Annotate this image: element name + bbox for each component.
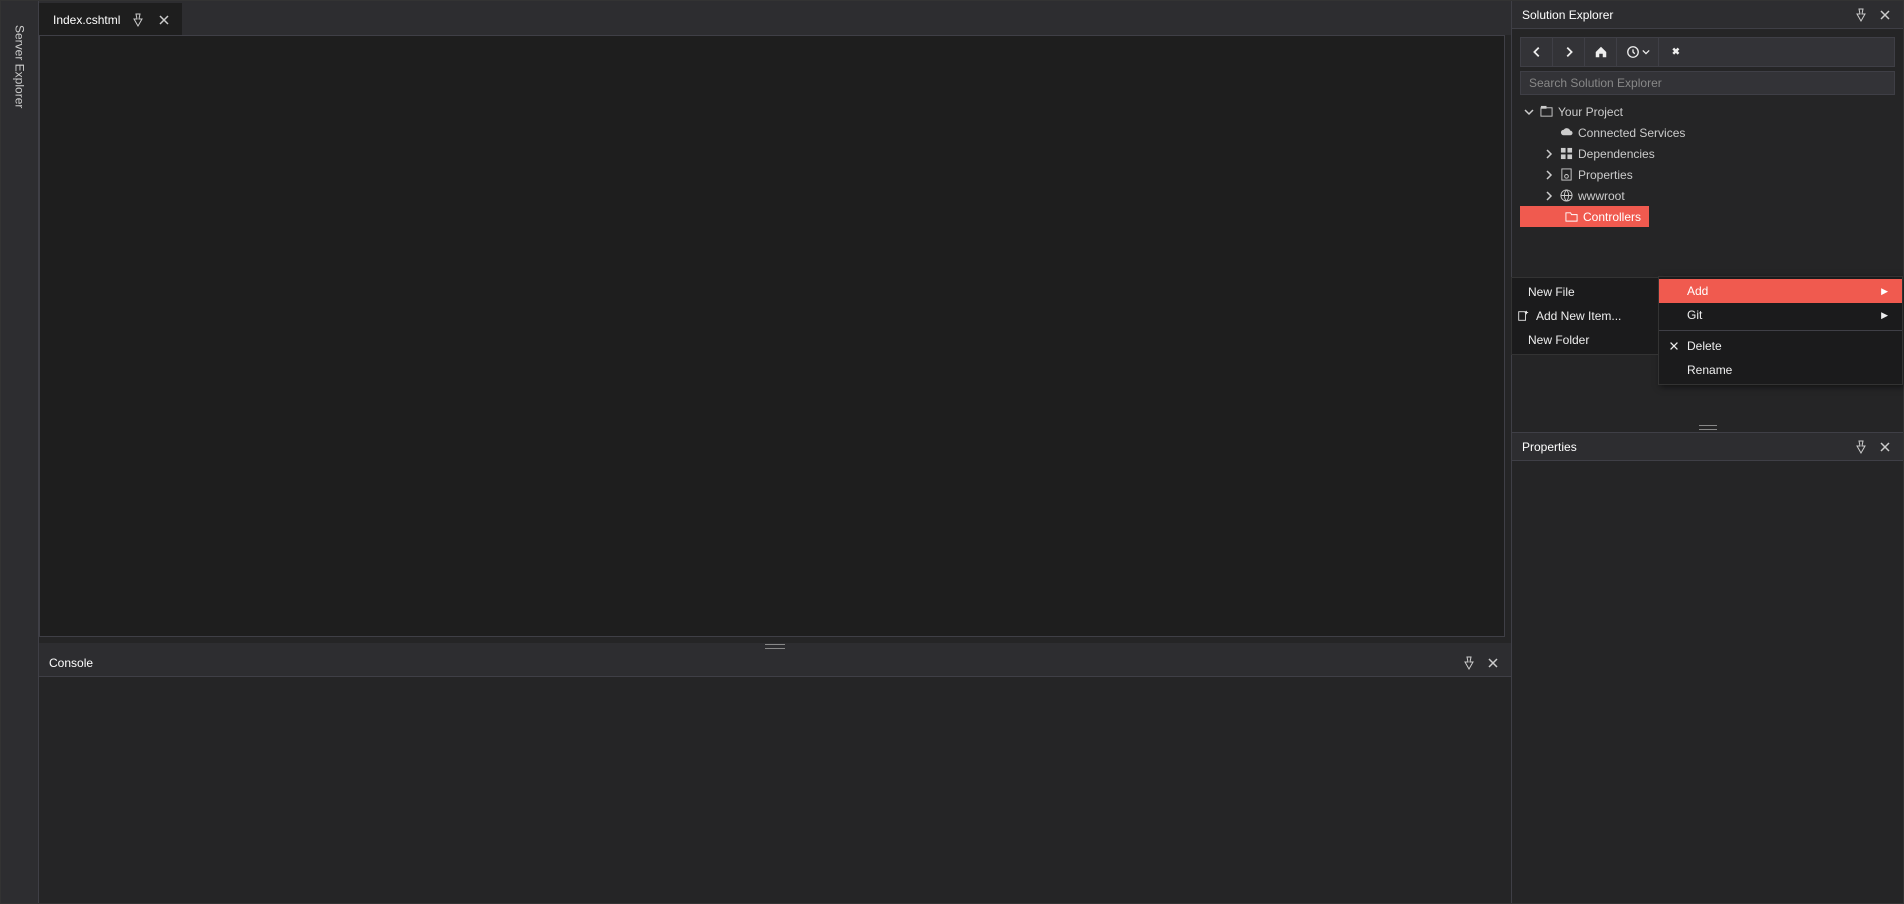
context-menu-delete[interactable]: Delete [1659,334,1902,358]
tree-label: Controllers [1583,210,1641,224]
dependencies-icon [1559,147,1573,161]
forward-button[interactable] [1553,38,1585,66]
chevron-right-icon[interactable] [1544,149,1554,159]
submenu-label: New Folder [1528,333,1589,347]
console-body[interactable] [39,677,1511,903]
editor-tab-bar: Index.cshtml [39,1,1511,35]
home-button[interactable] [1585,38,1617,66]
properties-panel: Properties [1512,433,1903,903]
tree-label: Dependencies [1578,147,1655,161]
right-column: Solution Explorer [1511,1,1903,903]
submenu-new-folder[interactable]: New Folder [1512,328,1658,352]
close-icon[interactable] [156,12,172,28]
pin-icon[interactable] [1461,655,1477,671]
close-icon [1667,339,1681,353]
editor-tab-label: Index.cshtml [53,13,120,27]
submenu-new-file[interactable]: New File [1512,280,1658,304]
solution-header: Solution Explorer [1512,1,1903,29]
tree-label: Properties [1578,168,1633,182]
properties-header: Properties [1512,433,1903,461]
tree-item-properties[interactable]: Properties [1520,164,1895,185]
close-icon[interactable] [1877,7,1893,23]
properties-body[interactable] [1512,461,1903,903]
new-item-icon [1516,309,1530,323]
context-menu-label: Rename [1687,363,1732,377]
editor-tab[interactable]: Index.cshtml [39,3,182,35]
tree-label: Your Project [1558,105,1623,119]
chevron-down-icon[interactable] [1524,107,1534,117]
tree-label: Connected Services [1578,126,1685,140]
context-menu-label: Add [1687,284,1708,298]
settings-button[interactable] [1659,38,1691,66]
close-icon[interactable] [1877,439,1893,455]
pin-icon[interactable] [1853,7,1869,23]
chevron-right-icon[interactable] [1544,191,1554,201]
properties-title: Properties [1522,440,1577,454]
back-button[interactable] [1521,38,1553,66]
context-menu-separator [1659,330,1902,331]
middle-column: Index.cshtml Console [39,1,1511,903]
submenu-add-new-item[interactable]: Add New Item... [1512,304,1658,328]
context-submenu-add: New File Add New Item... New Folder [1511,277,1659,355]
context-menu-rename[interactable]: Rename [1659,358,1902,382]
tree-item-connected-services[interactable]: Connected Services [1520,122,1895,143]
context-menu-add[interactable]: Add ▶ [1659,279,1902,303]
app-root: Server Explorer Index.cshtml Console [0,0,1904,904]
solution-toolbar [1520,37,1895,67]
history-button[interactable] [1617,38,1659,66]
properties-icon [1559,168,1573,182]
editor-area[interactable] [39,35,1505,637]
console-header: Console [39,649,1511,677]
pin-icon[interactable] [1853,439,1869,455]
chevron-right-icon: ▶ [1881,286,1888,297]
folder-icon [1564,210,1578,224]
tree-root[interactable]: Your Project [1520,101,1895,122]
solution-search[interactable]: Search Solution Explorer [1520,71,1895,95]
globe-icon [1559,189,1573,203]
tree-item-dependencies[interactable]: Dependencies [1520,143,1895,164]
context-menu-label: Delete [1687,339,1722,353]
project-icon [1539,105,1553,119]
cloud-icon [1559,126,1573,140]
solution-title: Solution Explorer [1522,8,1613,22]
tree-item-controllers[interactable]: Controllers [1520,206,1649,227]
console-panel: Console [39,649,1511,903]
close-icon[interactable] [1485,655,1501,671]
context-menu-git[interactable]: Git ▶ [1659,303,1902,327]
context-menu-label: Git [1687,308,1702,322]
tree-label: wwwroot [1578,189,1625,203]
chevron-right-icon: ▶ [1881,310,1888,321]
console-title: Console [49,656,93,670]
pin-icon[interactable] [130,12,146,28]
chevron-right-icon[interactable] [1544,170,1554,180]
server-explorer-strip: Server Explorer [1,1,39,903]
context-menu: Add ▶ Git ▶ Delete Rename New File Add N… [1658,276,1903,385]
submenu-label: Add New Item... [1536,309,1621,323]
submenu-label: New File [1528,285,1575,299]
tree-item-wwwroot[interactable]: wwwroot [1520,185,1895,206]
server-explorer-tab[interactable]: Server Explorer [13,21,27,903]
right-splitter[interactable] [1512,422,1903,432]
